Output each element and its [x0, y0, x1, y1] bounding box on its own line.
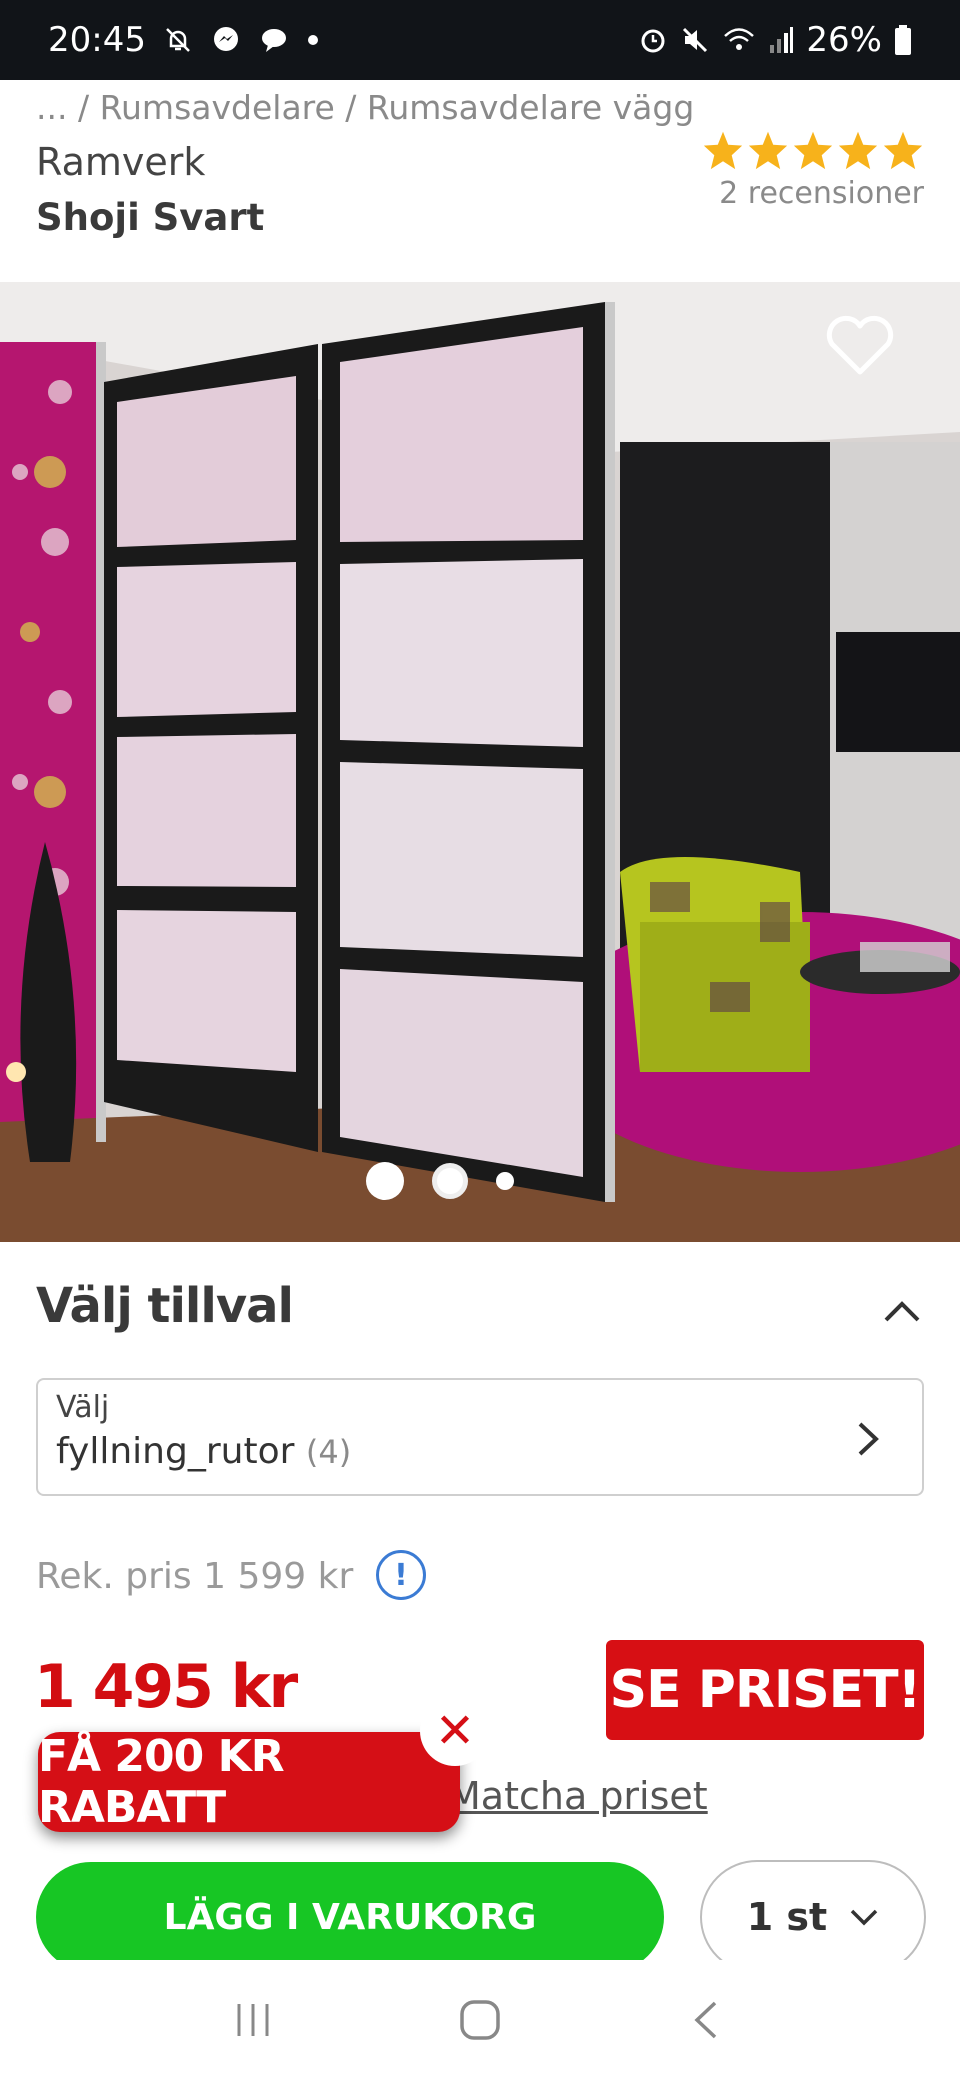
recommended-price: Rek. pris 1 599 kr [36, 1556, 354, 1597]
star-icon [703, 131, 743, 170]
quantity-value: 1 st [746, 1895, 828, 1939]
favorite-button[interactable] [824, 314, 896, 378]
nav-home-icon[interactable] [450, 1990, 510, 2050]
close-icon[interactable]: ✕ [420, 1696, 490, 1766]
star-icon [838, 131, 878, 170]
product-brand[interactable]: Ramverk [36, 140, 205, 184]
gallery-dot-1[interactable] [366, 1162, 404, 1200]
option-select-label: Välj [56, 1390, 110, 1425]
rating-stars [702, 130, 924, 170]
star-icon [883, 131, 923, 170]
breadcrumb[interactable]: ... / Rumsavdelare / Rumsavdelare vägg [36, 88, 694, 127]
product-image-gallery[interactable] [0, 282, 960, 1242]
nav-back-icon[interactable] [677, 1990, 737, 2050]
info-icon[interactable]: ! [376, 1550, 426, 1600]
heart-icon [826, 315, 894, 375]
chevron-down-icon [850, 1909, 878, 1926]
option-select[interactable]: Välj fyllning_rutor (4) [36, 1378, 924, 1496]
dot-icon [306, 33, 320, 47]
system-nav-bar [0, 1960, 960, 2080]
status-bar: 20:45 26% [0, 0, 960, 80]
discount-banner[interactable]: FÅ 200 KR RABATT [38, 1731, 460, 1833]
add-to-cart-button[interactable]: LÄGG I VARUKORG [36, 1862, 664, 1972]
alarm-icon [638, 25, 668, 55]
quantity-select[interactable]: 1 st [700, 1860, 926, 1974]
chevron-right-icon [858, 1422, 879, 1456]
option-select-value-text: fyllning_rutor [56, 1431, 295, 1472]
review-count[interactable]: 2 recensioner [719, 176, 924, 211]
product-price: 1 495 kr [34, 1652, 298, 1722]
nav-recents-icon[interactable] [223, 1990, 283, 2050]
see-price-button[interactable]: SE PRISET! [606, 1640, 924, 1740]
star-icon [793, 131, 833, 170]
chevron-up-icon[interactable] [880, 1290, 924, 1334]
product-rating[interactable]: 2 recensioner [702, 130, 924, 211]
product-title: Shoji Svart [36, 196, 265, 239]
mute-icon [680, 25, 710, 55]
status-time: 20:45 [48, 20, 146, 60]
messenger-icon [210, 24, 242, 56]
gallery-dot-3[interactable] [496, 1172, 514, 1190]
battery-percent: 26% [806, 20, 882, 60]
match-price-link[interactable]: Matcha priset [448, 1774, 708, 1818]
gallery-pagination[interactable] [0, 1162, 920, 1200]
chat-icon [258, 24, 290, 56]
option-select-value: fyllning_rutor (4) [56, 1431, 904, 1472]
product-photo [0, 282, 960, 1242]
wifi-icon [722, 25, 756, 55]
option-select-count: (4) [305, 1433, 352, 1471]
signal-icon [768, 25, 794, 55]
gallery-dot-2[interactable] [432, 1163, 468, 1199]
battery-icon [894, 24, 912, 56]
options-heading[interactable]: Välj tillval [36, 1278, 294, 1334]
notifications-off-icon [162, 24, 194, 56]
star-icon [748, 131, 788, 170]
